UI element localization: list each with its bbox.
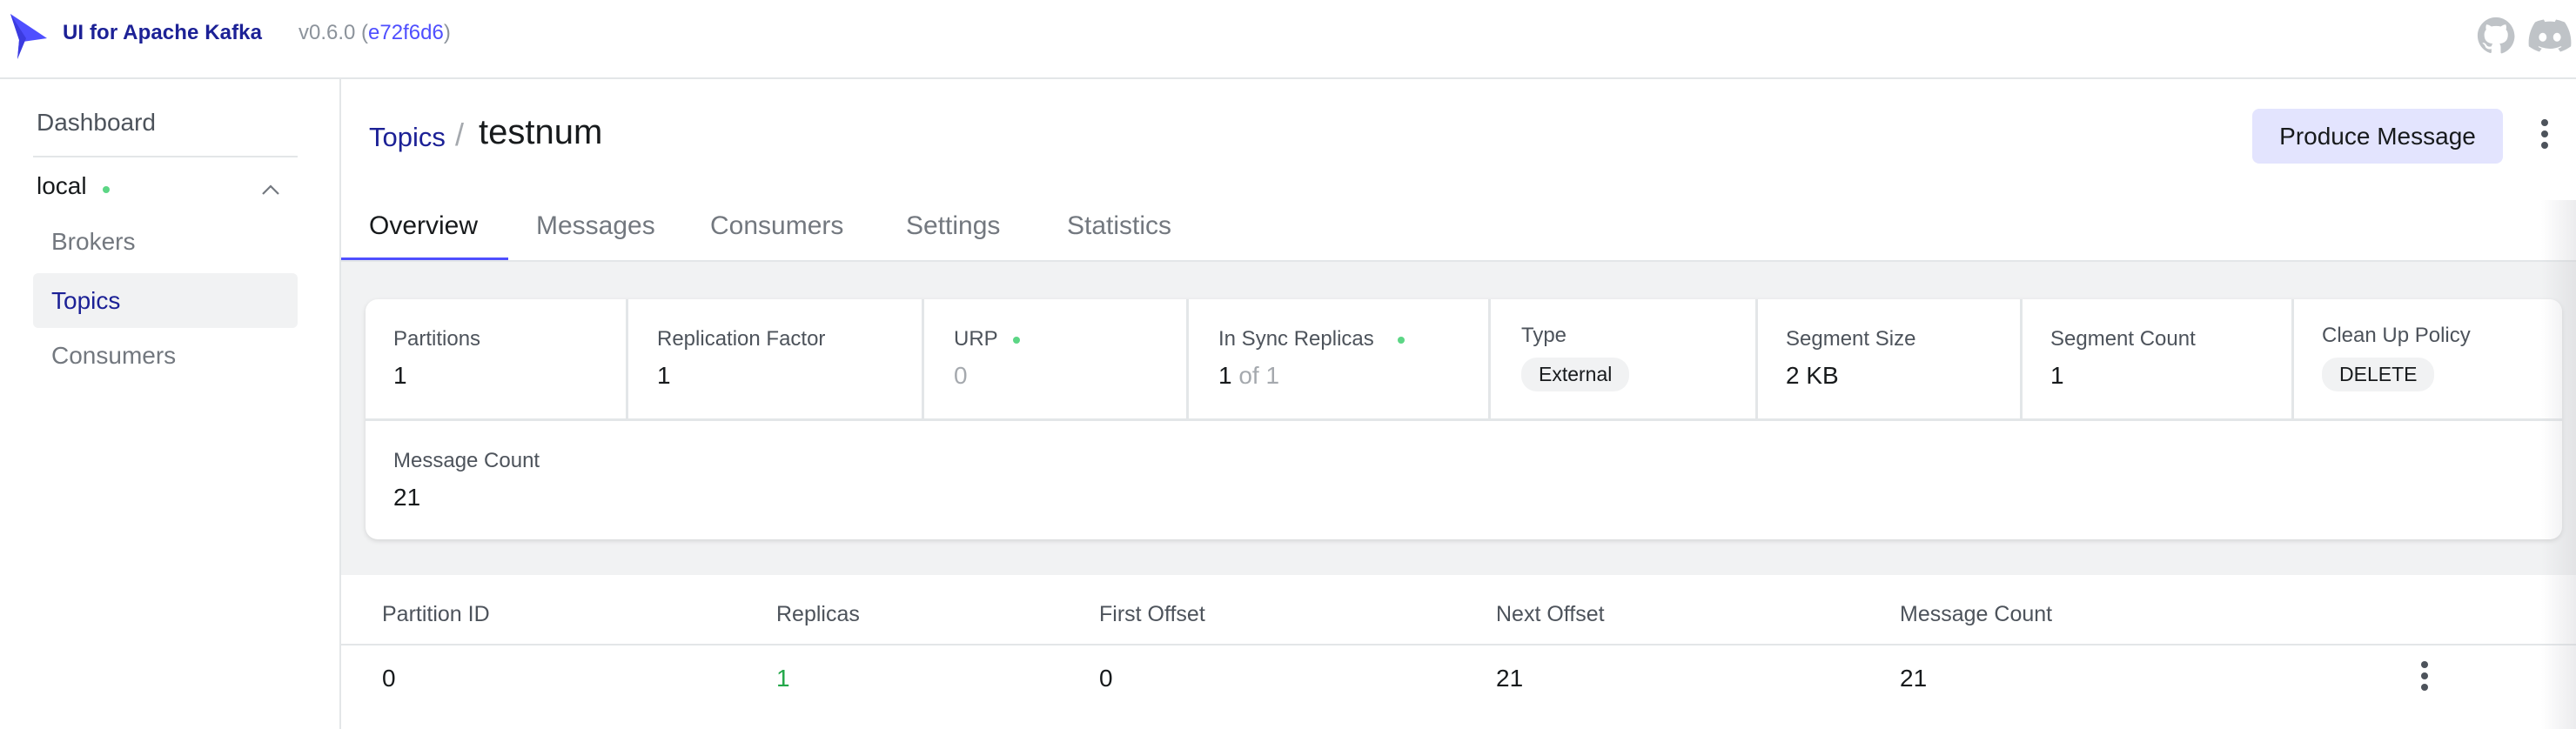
- column-header-replicas[interactable]: Replicas: [776, 602, 860, 627]
- top-navbar: UI for Apache Kafka v0.6.0 (e72f6d6): [0, 0, 2576, 79]
- metric-row-divider: [366, 418, 2562, 421]
- sidebar-item-consumers[interactable]: Consumers: [33, 328, 298, 383]
- tab-messages[interactable]: Messages: [536, 211, 655, 241]
- cell-partition-id: 0: [382, 665, 396, 692]
- metric-partitions-value: 1: [393, 362, 407, 389]
- column-header-message-count[interactable]: Message Count: [1900, 602, 2052, 627]
- cell-replicas: 1: [776, 665, 790, 692]
- sidebar-item-topics[interactable]: Topics: [33, 273, 298, 328]
- sidebar: Dashboard local Brokers Topics Consumers: [0, 79, 341, 729]
- metrics-card: Partitions 1 Replication Factor 1 URP 0 …: [366, 299, 2562, 539]
- column-header-next-offset[interactable]: Next Offset: [1496, 602, 1605, 627]
- active-tab-indicator: [341, 257, 508, 260]
- tab-statistics[interactable]: Statistics: [1067, 211, 1171, 241]
- cell-first-offset: 0: [1099, 665, 1113, 692]
- produce-message-button[interactable]: Produce Message: [2252, 109, 2503, 164]
- github-icon[interactable]: [2477, 17, 2515, 55]
- cell-message-count: 21: [1900, 665, 1928, 692]
- metric-divider: [1488, 299, 1491, 419]
- metric-segment-count-value: 1: [2050, 362, 2064, 389]
- kafka-logo-icon[interactable]: [7, 12, 50, 61]
- metric-type-label: Type: [1521, 324, 1567, 347]
- cell-next-offset: 21: [1496, 665, 1524, 692]
- urp-status-dot: [1013, 337, 1020, 344]
- version-hash-link[interactable]: e72f6d6: [368, 21, 444, 44]
- app-brand[interactable]: UI for Apache Kafka: [63, 21, 262, 45]
- in-sync-status-dot: [1398, 337, 1405, 344]
- metric-replication-factor-label: Replication Factor: [657, 327, 826, 351]
- metric-cleanup-policy-tag: DELETE: [2322, 358, 2435, 391]
- topic-actions-menu-icon[interactable]: [2539, 119, 2550, 152]
- scroll-shadow: [2541, 200, 2576, 729]
- metric-message-count-value: 21: [393, 484, 421, 511]
- sidebar-cluster-local[interactable]: local: [37, 172, 87, 200]
- metric-segment-count-label: Segment Count: [2050, 327, 2196, 351]
- tab-consumers[interactable]: Consumers: [710, 211, 843, 241]
- metric-divider: [1186, 299, 1189, 419]
- metric-in-sync-label: In Sync Replicas: [1218, 327, 1374, 351]
- app-version: v0.6.0 (e72f6d6): [299, 21, 451, 44]
- sidebar-divider: [33, 156, 298, 157]
- metric-divider: [922, 299, 924, 419]
- metric-replication-factor-value: 1: [657, 362, 671, 389]
- metric-message-count-label: Message Count: [393, 449, 540, 472]
- metric-partitions-label: Partitions: [393, 327, 481, 351]
- metric-segment-size-label: Segment Size: [1786, 327, 1916, 351]
- page-title: testnum: [479, 113, 603, 151]
- breadcrumb-separator: /: [455, 117, 465, 152]
- metric-divider: [2020, 299, 2023, 419]
- row-actions-menu-icon[interactable]: [2419, 661, 2430, 694]
- tab-overview[interactable]: Overview: [369, 211, 478, 241]
- metric-divider: [626, 299, 628, 419]
- tab-settings[interactable]: Settings: [906, 211, 1000, 241]
- chevron-up-icon[interactable]: [261, 184, 280, 196]
- sidebar-item-brokers[interactable]: Brokers: [33, 214, 298, 269]
- metric-segment-size-value: 2 KB: [1786, 362, 1839, 389]
- column-header-first-offset[interactable]: First Offset: [1099, 602, 1205, 627]
- sidebar-item-dashboard[interactable]: Dashboard: [37, 109, 156, 137]
- column-header-partition-id[interactable]: Partition ID: [382, 602, 490, 627]
- table-header-divider: [341, 644, 2576, 645]
- metric-divider: [1755, 299, 1758, 419]
- breadcrumb-topics-link[interactable]: Topics: [369, 122, 446, 153]
- topic-tabs: Overview Messages Consumers Settings Sta…: [341, 196, 2576, 262]
- metric-in-sync-value: 1 of 1: [1218, 362, 1280, 389]
- metric-urp-value: 0: [954, 362, 968, 389]
- discord-icon[interactable]: [2528, 19, 2572, 52]
- metric-type-tag: External: [1521, 358, 1630, 391]
- cluster-status-dot: [103, 186, 110, 193]
- metric-cleanup-policy-label: Clean Up Policy: [2322, 324, 2471, 347]
- metric-divider: [2291, 299, 2294, 419]
- metric-urp-label: URP: [954, 327, 998, 351]
